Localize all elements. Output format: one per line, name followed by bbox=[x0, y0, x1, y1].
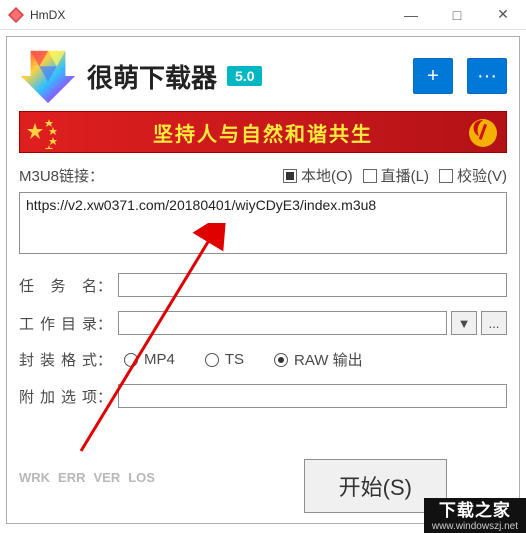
m3u8-row: M3U8链接： 本地(O) 直播(L) 校验(V) bbox=[19, 165, 507, 186]
close-button[interactable]: ✕ bbox=[480, 0, 526, 30]
dir-row: 工作目录： ▼ ... bbox=[19, 311, 507, 335]
task-row: 任务名： bbox=[19, 273, 507, 297]
dir-dropdown-button[interactable]: ▼ bbox=[451, 311, 477, 335]
radio-raw[interactable]: RAW 输出 bbox=[274, 349, 363, 370]
radio-mp4[interactable]: MP4 bbox=[124, 351, 175, 368]
status-tabs: WRK ERR VER LOS bbox=[19, 470, 155, 485]
add-button[interactable]: + bbox=[413, 58, 453, 94]
version-badge: 5.0 bbox=[227, 66, 262, 86]
watermark-url: www.windowszj.net bbox=[432, 521, 518, 533]
banner-text: 坚持人与自然和谐共生 bbox=[153, 118, 373, 147]
format-label: 封装格式 bbox=[19, 349, 97, 370]
logo-icon bbox=[19, 47, 77, 105]
emblem-icon bbox=[464, 114, 502, 153]
options-row: 附加选项： bbox=[19, 384, 507, 408]
main-frame: 很萌下载器 5.0 + ··· 坚持人与自然和谐共生 M3U8链接： bbox=[6, 36, 520, 524]
app-name: 很萌下载器 bbox=[87, 58, 217, 95]
radio-ts[interactable]: TS bbox=[205, 351, 244, 368]
dir-label: 工作目录 bbox=[19, 313, 97, 334]
titlebar: HmDX — □ ✕ bbox=[0, 0, 526, 30]
local-checkbox[interactable]: 本地(O) bbox=[283, 165, 353, 186]
annotation-arrow-icon bbox=[71, 223, 241, 463]
task-label: 任务名 bbox=[19, 275, 97, 296]
tab-wrk[interactable]: WRK bbox=[19, 470, 50, 485]
verify-checkbox[interactable]: 校验(V) bbox=[439, 165, 507, 186]
watermark: 下载之家 www.windowszj.net bbox=[424, 498, 526, 533]
tab-ver[interactable]: VER bbox=[94, 470, 121, 485]
flag-stars-icon bbox=[20, 112, 80, 152]
url-input[interactable] bbox=[19, 192, 507, 254]
format-row: 封装格式： MP4 TS RAW 输出 bbox=[19, 349, 507, 370]
tab-los[interactable]: LOS bbox=[128, 470, 155, 485]
window-title: HmDX bbox=[30, 8, 388, 22]
options-label: 附加选项 bbox=[19, 386, 97, 407]
live-checkbox[interactable]: 直播(L) bbox=[363, 165, 429, 186]
maximize-button[interactable]: □ bbox=[434, 0, 480, 30]
header: 很萌下载器 5.0 + ··· bbox=[19, 47, 507, 105]
more-button[interactable]: ··· bbox=[467, 58, 507, 94]
m3u8-label: M3U8链接： bbox=[19, 165, 104, 186]
tab-err[interactable]: ERR bbox=[58, 470, 85, 485]
app-icon bbox=[8, 7, 24, 23]
task-input[interactable] bbox=[118, 273, 507, 297]
watermark-title: 下载之家 bbox=[432, 501, 518, 521]
banner: 坚持人与自然和谐共生 bbox=[19, 111, 507, 153]
dir-input[interactable] bbox=[118, 311, 447, 335]
options-input[interactable] bbox=[118, 384, 507, 408]
minimize-button[interactable]: — bbox=[388, 0, 434, 30]
dir-browse-button[interactable]: ... bbox=[481, 311, 507, 335]
